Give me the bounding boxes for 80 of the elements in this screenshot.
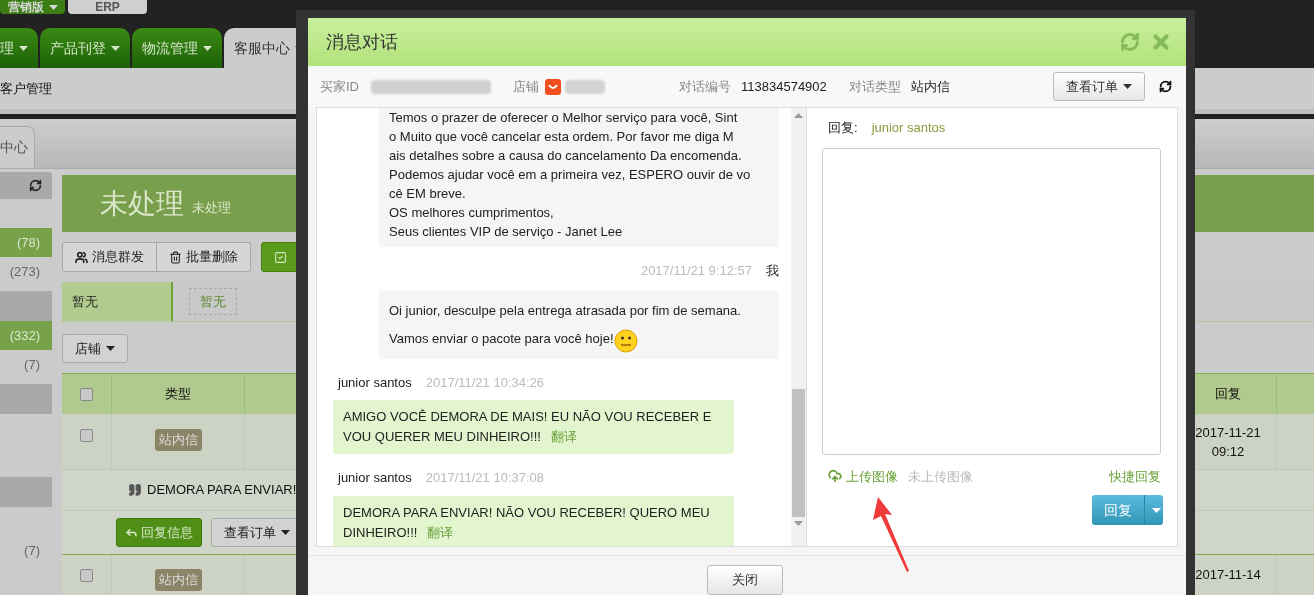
upload-image-link[interactable]: 上传图像 — [828, 466, 898, 486]
sidebar-item[interactable]: (7) — [0, 536, 52, 565]
sidebar-item[interactable]: (273) — [0, 257, 52, 286]
quick-reply-link[interactable]: 快捷回复 — [1109, 466, 1161, 486]
conversation-no: 113834574902 — [741, 77, 827, 96]
edition-tab[interactable]: 营销版 — [0, 0, 65, 14]
store-label: 店铺 — [513, 77, 539, 96]
buyer-id-label: 买家ID — [320, 77, 359, 96]
store-dropdown[interactable]: 店铺 — [62, 334, 128, 363]
reply-time: 2017-11-14 — [1195, 566, 1261, 584]
blurred-store-name — [565, 79, 605, 94]
sidebar-item[interactable]: (78) — [0, 228, 52, 257]
sent-message-bubble: Temos o prazer de oferecer o Melhor serviço para você, Sint o Muito que você cancelar esta ordem. Por favor me diga M ais detalhes sobre a causa do cancelamento Da encomenda. Podemos ajudar você em a primeira vez, ESPERO ouvir de vo cê EM breve. OS melhores cumprimentos, Seus clientes VIP de serviço - Janet Lee — [379, 108, 779, 247]
checkbox[interactable] — [80, 387, 93, 401]
toolbar-button[interactable]: 消息群发 — [62, 242, 157, 272]
dialog-title: 消息对话 — [326, 30, 399, 54]
refresh-icon[interactable] — [29, 179, 42, 192]
reply-icon — [125, 526, 138, 539]
caret-icon — [281, 530, 290, 535]
cloud-upload-icon — [828, 469, 842, 484]
checkbox[interactable] — [80, 569, 93, 582]
toolbar-button[interactable]: 批量删除 — [157, 242, 251, 272]
conversation-type-label: 对话类型 — [848, 77, 901, 96]
upload-status: 未上传图像 — [908, 467, 974, 486]
message-time: 2017/11/21 9:12:57 — [640, 262, 752, 280]
caret-icon — [48, 4, 58, 10]
close-button[interactable]: 关闭 — [707, 565, 783, 595]
reply-message-button[interactable]: 回复信息 — [116, 518, 202, 547]
conversation-type: 站内信 — [910, 77, 951, 96]
translate-link[interactable]: 翻译 — [550, 429, 577, 444]
message-time: 2017/11/21 10:34:26 — [425, 373, 545, 392]
trash-icon — [169, 250, 182, 264]
sidebar-item[interactable]: (7) — [0, 350, 52, 379]
reply-recipient: junior santos — [871, 119, 946, 137]
users-icon — [75, 250, 88, 264]
caret-icon — [19, 45, 28, 51]
scroll-down-icon[interactable] — [794, 521, 803, 526]
reply-button[interactable]: 回复 — [1092, 495, 1144, 525]
translate-link[interactable]: 翻译 — [427, 524, 454, 540]
message-time: 2017/11/21 10:37:08 — [425, 469, 545, 487]
scrollbar[interactable] — [791, 108, 806, 546]
caret-icon — [203, 45, 212, 51]
message-sender: junior santos — [338, 469, 412, 487]
checkbox[interactable] — [80, 429, 93, 442]
sidebar-group-header — [0, 477, 52, 507]
reply-options-dropdown[interactable] — [1144, 495, 1163, 525]
check-square-icon — [274, 250, 287, 264]
reply-text-field[interactable] — [822, 147, 1161, 455]
filter-label: 暂无 — [62, 282, 173, 321]
message-sender: 我 — [766, 262, 779, 280]
caret-icon — [111, 45, 120, 51]
message-preview: DEMORA PARA ENVIAR! — [147, 481, 297, 500]
refresh-icon[interactable] — [1159, 80, 1172, 94]
nav-tab[interactable]: 产品刊登 — [40, 28, 130, 68]
reply-to-label: 回复: — [828, 119, 858, 137]
sent-message-bubble: Oi junior, desculpe pela entrega atrasada por fim de semana. Vamos enviar o pacote para você hoje! — [379, 290, 779, 359]
message-sender: junior santos — [338, 373, 412, 392]
quote-icon — [128, 483, 142, 497]
sidebar-item[interactable]: (332) — [0, 321, 52, 350]
edition-tab[interactable]: ERP — [68, 0, 147, 14]
filter-tag[interactable]: 暂无 — [189, 287, 237, 316]
caret-icon — [1123, 84, 1132, 90]
sidebar-group-header — [0, 384, 52, 414]
nav-tab[interactable]: 理 — [0, 28, 38, 68]
status-title: 未处理 — [100, 186, 184, 221]
nav-tab[interactable]: 物流管理 — [132, 28, 222, 68]
caret-icon — [106, 346, 115, 351]
caret-icon — [1152, 507, 1161, 513]
conversation-no-label: 对话编号 — [679, 77, 731, 96]
view-order-dropdown[interactable]: 查看订单 — [1053, 72, 1145, 102]
reply-time: 2017-11-21 09:12 — [1194, 423, 1262, 461]
page-tab[interactable]: 中心 — [0, 126, 35, 168]
message-type-badge: 站内信 — [154, 569, 202, 591]
received-message-bubble: AMIGO VOCÊ DEMORA DE MAIS! EU NÃO VOU RECEBER E VOU QUERER MEU DINHEIRO!!! 翻译 — [333, 400, 734, 454]
store-logo-icon — [545, 78, 561, 95]
message-type-badge: 站内信 — [154, 429, 202, 451]
received-message-bubble: DEMORA PARA ENVIAR! NÃO VOU RECEBER! QUERO MEU DINHEIRO!!! 翻译 — [333, 495, 734, 546]
status-subtitle: 未处理 — [192, 198, 231, 217]
sidebar-group-header — [0, 291, 52, 321]
sub-nav-link[interactable]: 客户管理 — [0, 78, 52, 99]
